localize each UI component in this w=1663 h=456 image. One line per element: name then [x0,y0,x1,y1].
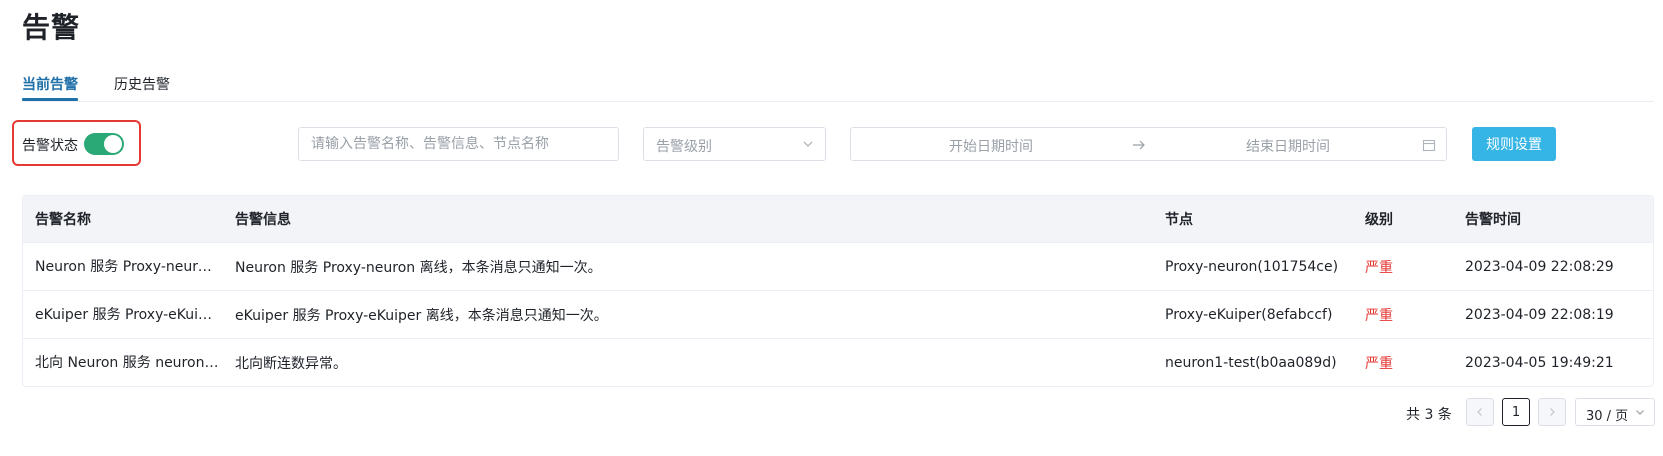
alarm-name: eKuiper 服务 Proxy-eKuiper 离线 [35,306,220,323]
chevron-left-icon [1477,408,1482,416]
alarm-level: 严重 [1365,307,1393,324]
alarm-node: neuron1-test(b0aa089d) [1165,354,1337,371]
end-datetime-input[interactable]: 结束日期时间 [1169,136,1407,156]
tab-history-alarms[interactable]: 历史告警 [114,74,170,94]
next-page-button[interactable] [1538,398,1566,426]
table-row[interactable]: eKuiper 服务 Proxy-eKuiper 离线 eKuiper 服务 P… [23,290,1653,338]
total-count: 共 3 条 [1406,407,1452,423]
calendar-icon [1422,137,1436,156]
prev-page-button[interactable] [1466,398,1494,426]
page-size-select[interactable]: 30 / 页 [1575,398,1655,426]
chevron-down-icon [1634,406,1646,422]
alarm-table: 告警名称 告警信息 节点 级别 告警时间 Neuron 服务 Proxy-neu… [22,195,1654,387]
start-datetime-input[interactable]: 开始日期时间 [851,136,1131,156]
tab-bar: 当前告警 历史告警 [22,64,1663,102]
chevron-right-icon [1550,408,1555,416]
alarm-name-cell: 北向 Neuron 服务 neuron1-test 断连 [35,339,220,386]
column-header-level: 级别 [1365,212,1393,228]
column-header-info: 告警信息 [235,212,291,228]
alarm-info: 北向断连数异常。 [235,355,347,372]
alarm-node: Proxy-neuron(101754ce) [1165,258,1339,275]
date-range-picker[interactable]: 开始日期时间 结束日期时间 [850,127,1447,161]
column-header-node: 节点 [1165,212,1193,228]
tab-divider [22,101,1654,102]
alarm-node: Proxy-eKuiper(8efabccf) [1165,306,1333,323]
alarm-name: 北向 Neuron 服务 neuron1-test 断连 [35,354,220,371]
alarm-level: 严重 [1365,355,1393,372]
column-header-name: 告警名称 [35,212,91,228]
arrow-right-icon [1131,137,1147,156]
alarm-level-select[interactable]: 告警级别 [643,127,826,161]
search-input[interactable] [298,127,619,161]
alarm-info: eKuiper 服务 Proxy-eKuiper 离线，本条消息只通知一次。 [235,307,608,324]
pagination: 共 3 条 1 30 / 页 [0,398,1663,428]
alarm-name-cell: eKuiper 服务 Proxy-eKuiper 离线 [35,291,220,338]
alarm-name: Neuron 服务 Proxy-neuron 离线 [35,258,220,275]
page-number-button[interactable]: 1 [1502,398,1530,426]
alarm-status-label: 告警状态 [22,138,78,154]
column-header-time: 告警时间 [1465,212,1521,228]
chevron-down-icon [801,136,815,155]
page-title: 告警 [22,11,81,44]
page-size-value: 30 / 页 [1586,409,1629,424]
alarm-info: Neuron 服务 Proxy-neuron 离线，本条消息只通知一次。 [235,259,602,276]
alarm-time: 2023-04-05 19:49:21 [1465,354,1614,371]
alarm-name-cell: Neuron 服务 Proxy-neuron 离线 [35,243,220,290]
rule-settings-button[interactable]: 规则设置 [1472,127,1556,161]
table-row[interactable]: Neuron 服务 Proxy-neuron 离线 Neuron 服务 Prox… [23,242,1653,290]
table-row[interactable]: 北向 Neuron 服务 neuron1-test 断连 北向断连数异常。 ne… [23,338,1653,386]
toggle-knob [104,135,122,153]
alarm-time: 2023-04-09 22:08:19 [1465,306,1614,323]
tab-current-alarms[interactable]: 当前告警 [22,74,78,94]
alarm-time: 2023-04-09 22:08:29 [1465,258,1614,275]
alarm-status-toggle[interactable] [84,133,124,155]
table-header-row: 告警名称 告警信息 节点 级别 告警时间 [23,196,1653,242]
alarm-level-placeholder: 告警级别 [656,139,712,155]
alarm-level: 严重 [1365,259,1393,276]
